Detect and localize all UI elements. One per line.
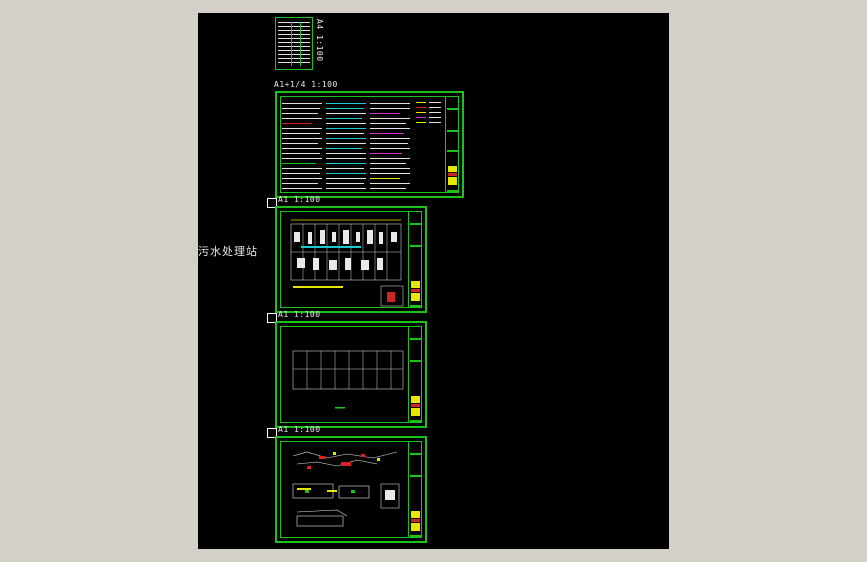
structure-sheet-scale-label: A1 1:100 xyxy=(278,310,321,319)
plan-title-block xyxy=(408,211,422,308)
section-sheet[interactable] xyxy=(275,436,427,543)
index-sheet[interactable] xyxy=(275,17,313,70)
structure-title-block xyxy=(408,326,422,423)
notes-sheet-scale-label: A1+1/4 1:100 xyxy=(274,80,338,89)
notes-legend-block xyxy=(416,99,444,129)
structure-drawing xyxy=(292,350,404,409)
plan-drawing xyxy=(290,219,404,307)
cad-model-viewport[interactable]: A4 1:100 A1+1/4 1:100 污水处理站 A1 1:100 A1 … xyxy=(198,13,669,549)
index-sheet-scale-label: A4 1:100 xyxy=(315,19,324,62)
structure-sheet[interactable] xyxy=(275,321,427,428)
section-sheet-scale-label: A1 1:100 xyxy=(278,425,321,434)
index-table xyxy=(278,22,310,66)
plan-sheet[interactable] xyxy=(275,206,427,313)
notes-title-block xyxy=(445,96,459,193)
section-drawing xyxy=(292,451,400,527)
notes-text-block xyxy=(282,99,414,194)
site-name-label: 污水处理站 xyxy=(198,245,258,258)
plan-sheet-scale-label: A1 1:100 xyxy=(278,195,321,204)
section-title-block xyxy=(408,441,422,538)
notes-sheet[interactable] xyxy=(275,91,464,198)
